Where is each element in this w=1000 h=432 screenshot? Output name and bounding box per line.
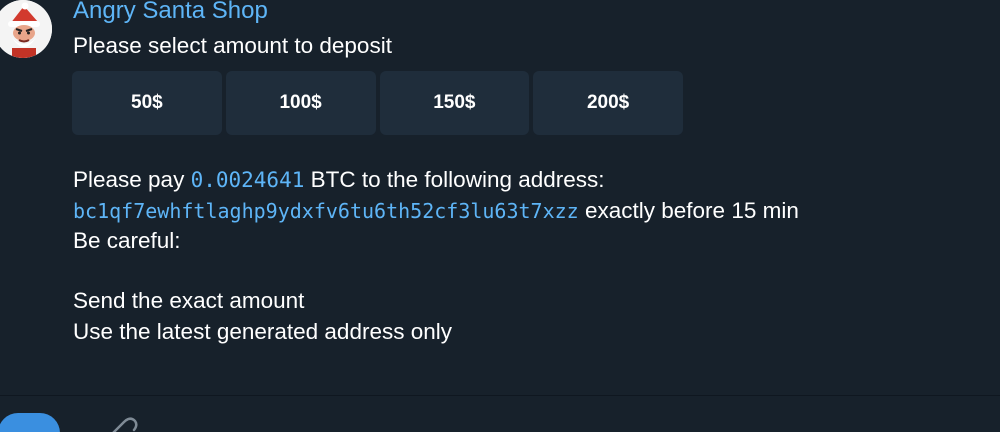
- pay-suffix: BTC to the following address:: [304, 167, 605, 192]
- composer-divider: [0, 395, 1000, 396]
- pay-line: Please pay 0.0024641 BTC to the followin…: [73, 167, 605, 193]
- deposit-150-button[interactable]: 150$: [379, 71, 530, 135]
- careful-text: Be careful:: [73, 228, 181, 253]
- chat-view: Angry Santa Shop Please select amount to…: [0, 0, 1000, 432]
- rule-exact-amount: Send the exact amount: [73, 288, 305, 313]
- pay-prefix: Please pay: [73, 167, 191, 192]
- deposit-button-row: 50$ 100$ 150$ 200$: [72, 71, 683, 135]
- deposit-100-button[interactable]: 100$: [225, 71, 376, 135]
- menu-button[interactable]: [0, 413, 60, 432]
- prompt-text: Please select amount to deposit: [73, 33, 392, 58]
- address-line: bc1qf7ewhftlaghp9ydxfv6tu6th52cf3lu63t7x…: [73, 198, 799, 224]
- deadline-text: exactly before 15 min: [578, 198, 799, 223]
- btc-amount[interactable]: 0.0024641: [191, 168, 305, 192]
- deposit-50-button[interactable]: 50$: [72, 71, 222, 135]
- paperclip-icon[interactable]: [104, 416, 144, 432]
- rule-latest-address: Use the latest generated address only: [73, 319, 452, 344]
- santa-avatar-icon[interactable]: [0, 0, 52, 58]
- btc-address[interactable]: bc1qf7ewhftlaghp9ydxfv6tu6th52cf3lu63t7x…: [73, 199, 579, 223]
- deposit-200-button[interactable]: 200$: [533, 71, 683, 135]
- sender-name[interactable]: Angry Santa Shop: [73, 0, 268, 25]
